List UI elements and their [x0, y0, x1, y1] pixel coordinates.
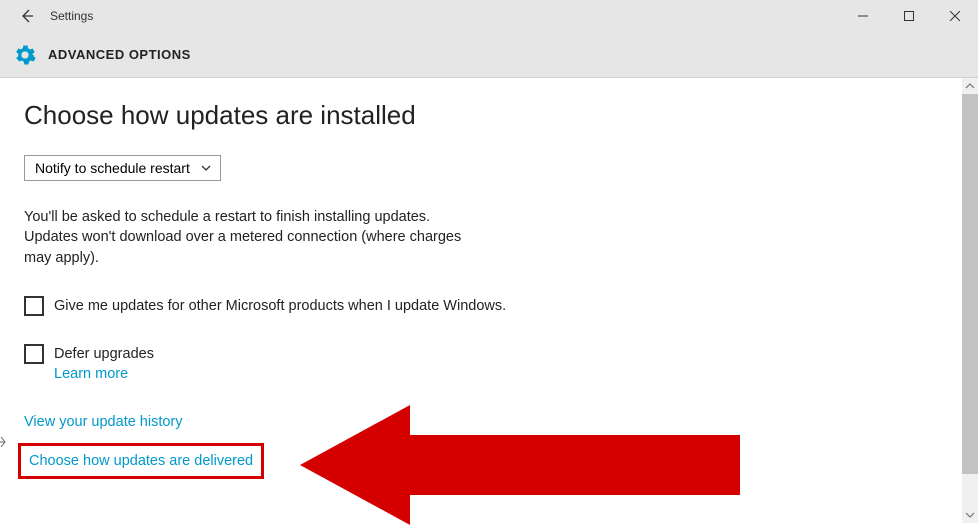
restart-schedule-dropdown[interactable]: Notify to schedule restart	[24, 155, 221, 181]
page-header: ADVANCED OPTIONS	[0, 32, 978, 78]
maximize-icon	[904, 11, 914, 21]
checkbox-box-icon	[24, 296, 44, 316]
minimize-button[interactable]	[840, 0, 886, 32]
window-title: Settings	[46, 9, 93, 23]
back-button[interactable]	[8, 0, 46, 32]
scroll-down-icon	[962, 507, 978, 523]
checkbox-defer-upgrades[interactable]: Defer upgrades Learn more	[24, 344, 584, 383]
gear-icon	[8, 44, 42, 66]
checkbox-box-icon	[24, 344, 44, 364]
vertical-scrollbar[interactable]	[962, 78, 978, 523]
close-button[interactable]	[932, 0, 978, 32]
choose-updates-delivered-link[interactable]: Choose how updates are delivered	[29, 453, 253, 469]
titlebar: Settings	[0, 0, 978, 32]
checkbox-other-products[interactable]: Give me updates for other Microsoft prod…	[24, 296, 584, 316]
close-icon	[950, 11, 960, 21]
dropdown-value: Notify to schedule restart	[35, 160, 190, 176]
back-arrow-icon	[19, 8, 35, 24]
view-update-history-link[interactable]: View your update history	[24, 414, 183, 430]
minimize-icon	[858, 11, 868, 21]
description-text: You'll be asked to schedule a restart to…	[24, 207, 464, 268]
window-controls	[840, 0, 978, 32]
maximize-button[interactable]	[886, 0, 932, 32]
section-heading: Choose how updates are installed	[24, 100, 954, 131]
highlight-annotation: Choose how updates are delivered	[18, 443, 264, 479]
checkbox-label: Defer upgrades	[54, 344, 154, 364]
chevron-down-icon	[200, 162, 212, 174]
scrollbar-thumb[interactable]	[962, 94, 978, 474]
learn-more-link[interactable]: Learn more	[54, 366, 128, 382]
resize-handle-icon	[0, 434, 7, 452]
scroll-up-icon	[962, 78, 978, 94]
checkbox-label: Give me updates for other Microsoft prod…	[54, 296, 506, 316]
page-title: ADVANCED OPTIONS	[42, 47, 191, 62]
content-area: Choose how updates are installed Notify …	[0, 78, 978, 501]
